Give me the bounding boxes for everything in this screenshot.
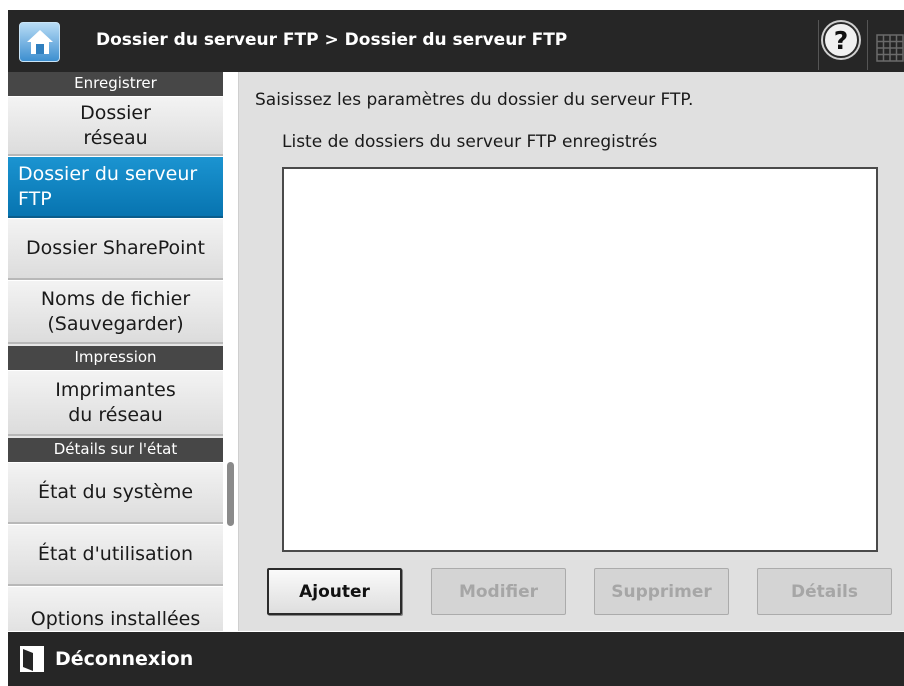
sidebar-item-label: Dossier SharePoint	[26, 237, 205, 259]
sidebar-item-label: (Sauvegarder)	[47, 312, 184, 335]
sidebar-item-etat-utilisation[interactable]: État d'utilisation	[8, 524, 223, 586]
sidebar-item-label: Dossier du serveur	[18, 162, 198, 185]
sidebar-item-label: Noms de fichier	[40, 287, 191, 310]
section-header-details-etat: Détails sur l'état	[8, 438, 223, 462]
title-bar: Dossier du serveur FTP > Dossier du serv…	[8, 10, 904, 72]
sidebar-item-etat-systeme[interactable]: État du système	[8, 462, 223, 524]
add-button[interactable]: Ajouter	[267, 568, 402, 615]
section-header-enregistrer: Enregistrer	[8, 72, 223, 96]
footer-bar: Déconnexion	[8, 632, 904, 686]
sidebar-item-dossier-sharepoint[interactable]: Dossier SharePoint	[8, 218, 223, 280]
help-icon: ?	[823, 22, 859, 58]
sidebar-item-noms-fichier[interactable]: Noms de fichier (Sauvegarder)	[8, 280, 223, 344]
main-panel: Saisissez les paramètres du dossier du s…	[238, 72, 904, 631]
sidebar-item-label: Options installées	[30, 608, 201, 630]
sidebar-item-label: État d'utilisation	[37, 543, 194, 565]
details-button: Détails	[757, 568, 892, 615]
breadcrumb: Dossier du serveur FTP > Dossier du serv…	[96, 30, 568, 50]
delete-button: Supprimer	[594, 568, 729, 615]
section-header-impression: Impression	[8, 346, 223, 370]
sidebar-item-dossier-ftp[interactable]: Dossier du serveur FTP	[8, 156, 223, 218]
sidebar: Enregistrer Dossier réseau Dossier du ser…	[8, 72, 223, 631]
home-icon	[27, 30, 53, 54]
folder-list-label: Liste de dossiers du serveur FTP enregis…	[282, 132, 658, 152]
logout-icon	[20, 646, 44, 672]
home-button[interactable]	[19, 22, 60, 62]
keyboard-icon[interactable]	[876, 34, 904, 62]
sidebar-item-dossier-reseau[interactable]: Dossier réseau	[8, 96, 223, 156]
sidebar-item-imprimantes[interactable]: Imprimantes du réseau	[8, 370, 223, 436]
instruction-text: Saisissez les paramètres du dossier du s…	[255, 90, 694, 110]
sidebar-item-label: du réseau	[68, 403, 163, 426]
sidebar-item-label: État du système	[37, 481, 194, 503]
sidebar-item-options-installees[interactable]: Options installées	[8, 586, 223, 631]
sidebar-scrollbar-thumb[interactable]	[227, 462, 234, 526]
sidebar-item-label: Dossier	[80, 101, 151, 124]
modify-button: Modifier	[431, 568, 566, 615]
sidebar-item-label: Imprimantes	[55, 378, 176, 401]
sidebar-item-label: réseau	[83, 126, 148, 149]
help-button[interactable]: ?	[818, 20, 868, 70]
sidebar-item-label: FTP	[18, 187, 52, 210]
logout-button[interactable]: Déconnexion	[19, 644, 193, 674]
ftp-folder-list[interactable]	[282, 167, 878, 552]
sidebar-scrollbar[interactable]	[223, 72, 237, 631]
logout-label: Déconnexion	[55, 648, 194, 670]
